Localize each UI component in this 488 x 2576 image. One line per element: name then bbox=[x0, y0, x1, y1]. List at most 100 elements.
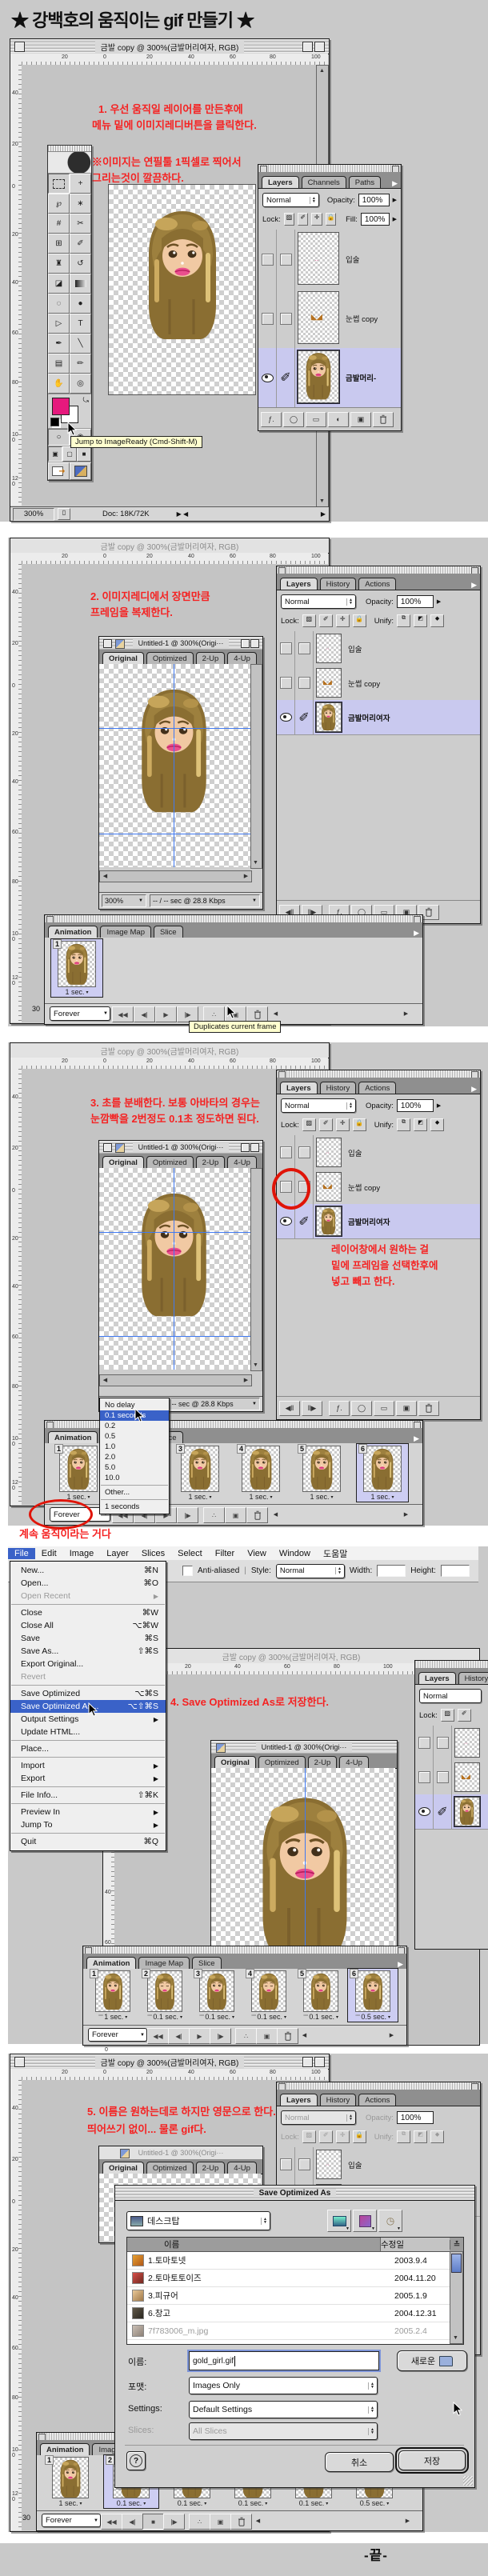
menu-item[interactable]: Quit⌘Q bbox=[10, 1835, 166, 1848]
link-toggle[interactable] bbox=[434, 1760, 452, 1794]
frame-delay[interactable]: °°°0.1 sec.▾ bbox=[244, 2012, 294, 2022]
lock-transparency-icon[interactable]: ▨ bbox=[284, 213, 294, 226]
layer-thumbnail[interactable]: ·· bbox=[298, 232, 339, 285]
frame-delay[interactable]: 0.1 sec.▾ bbox=[286, 2498, 341, 2508]
delay-option-current[interactable]: 1 seconds bbox=[100, 1502, 169, 1512]
tab-actions[interactable]: Actions bbox=[358, 2094, 396, 2106]
palette-menu-icon[interactable]: ▶ bbox=[468, 581, 480, 590]
frame-thumbnail[interactable] bbox=[251, 1970, 286, 2012]
lock-position-icon[interactable]: ✛ bbox=[311, 213, 322, 226]
lock-all-icon[interactable]: 🔒 bbox=[353, 1118, 366, 1131]
zoom-select[interactable]: 300%▼ bbox=[102, 894, 146, 907]
frame-delay[interactable]: °°°0.5 sec.▾ bbox=[348, 2012, 398, 2022]
animation-frame[interactable]: 11 sec.▾ bbox=[53, 1444, 104, 1502]
layer-thumbnail[interactable]: ◣◢ bbox=[316, 668, 342, 698]
menu-file[interactable]: File bbox=[8, 1548, 35, 1559]
unify-position-icon[interactable]: ⧉ bbox=[397, 2130, 410, 2143]
window-titlebar[interactable]: 금발 copy @ 300%(금발머리여자, RGB) bbox=[10, 39, 329, 54]
menu-item[interactable]: Export▶ bbox=[10, 1772, 166, 1785]
delay-option-other[interactable]: Other... bbox=[100, 1487, 169, 1498]
tab-history[interactable]: History bbox=[320, 1082, 357, 1094]
visibility-toggle[interactable] bbox=[415, 1726, 434, 1760]
layer-name[interactable]: 입술 bbox=[344, 643, 362, 654]
dodge-tool-icon[interactable]: ● bbox=[70, 294, 91, 314]
page-preview-icon[interactable]: ▯ bbox=[58, 508, 70, 520]
delay-option[interactable]: 0.5 bbox=[100, 1431, 169, 1442]
scroll-up-icon[interactable]: ▲ bbox=[317, 66, 327, 76]
tab-history[interactable]: History bbox=[320, 2094, 357, 2106]
unify-style-icon[interactable]: ◆ bbox=[430, 1118, 444, 1131]
menu-item[interactable]: Export Original... bbox=[10, 1658, 166, 1670]
blur-tool-icon[interactable]: ◌ bbox=[48, 294, 70, 314]
pen-tool-icon[interactable]: ✒ bbox=[48, 334, 70, 354]
tab-optimized[interactable]: Optimized bbox=[146, 1156, 194, 1168]
next-frame-icon[interactable]: |▶ bbox=[163, 2514, 185, 2530]
menu-filter[interactable]: Filter bbox=[209, 1548, 241, 1559]
name-column-header[interactable]: 이름 bbox=[127, 2238, 380, 2250]
menu-edit[interactable]: Edit bbox=[35, 1548, 63, 1559]
doc-canvas[interactable] bbox=[99, 664, 250, 867]
visibility-toggle[interactable] bbox=[277, 666, 295, 700]
tab-actions[interactable]: Actions bbox=[358, 578, 396, 590]
animation-frame[interactable]: 1 1 sec.▾ bbox=[51, 939, 102, 997]
layer-row-selected[interactable]: ✐ 금발머리여자 bbox=[277, 1204, 480, 1239]
frame-delay[interactable]: 1 sec.▾ bbox=[174, 1492, 226, 1502]
lock-transparency-icon[interactable]: ▨ bbox=[302, 1118, 316, 1131]
menu-item-disabled[interactable]: Revert bbox=[10, 1670, 166, 1683]
style-select[interactable]: Normal▲▼ bbox=[276, 1564, 345, 1578]
zoom-box-icon[interactable] bbox=[302, 42, 313, 52]
hand-tool-icon[interactable]: ✋ bbox=[48, 374, 70, 394]
tween-icon[interactable]: ∴ bbox=[235, 2028, 257, 2044]
lock-pixels-icon[interactable]: ✐ bbox=[319, 2130, 333, 2143]
menu-item[interactable]: Jump To▶ bbox=[10, 1818, 166, 1831]
delay-option[interactable]: 1.0 bbox=[100, 1442, 169, 1452]
layer-thumbnail[interactable]: ◣◢ bbox=[316, 1172, 342, 1202]
scroll-right-icon[interactable]: ▶ bbox=[386, 2030, 397, 2040]
menu-layer[interactable]: Layer bbox=[100, 1548, 135, 1559]
loop-select[interactable]: Forever▼ bbox=[42, 2514, 101, 2527]
scroll-left-icon[interactable]: ◀ bbox=[100, 870, 110, 881]
next-frame-icon[interactable]: |▶ bbox=[177, 1507, 198, 1523]
collapse-box-icon[interactable] bbox=[314, 42, 325, 52]
menu-item[interactable]: Save Optimized⌥⌘S bbox=[10, 1687, 166, 1700]
frame-thumbnail[interactable] bbox=[363, 1446, 402, 1492]
frame-thumbnail[interactable] bbox=[59, 1446, 98, 1492]
scroll-down-icon[interactable]: ▼ bbox=[317, 496, 327, 506]
blend-mode-select[interactable]: Normal▲▼ bbox=[281, 594, 356, 609]
opacity-field[interactable]: 100% bbox=[358, 194, 390, 206]
swap-colors-icon[interactable]: ⤿ bbox=[83, 396, 90, 405]
unify-visibility-icon[interactable]: ◩ bbox=[414, 614, 427, 627]
close-box-icon[interactable] bbox=[103, 1143, 112, 1152]
scroll-right-icon[interactable]: ▶ bbox=[402, 2515, 413, 2526]
animation-frame[interactable]: 5°°°0.1 sec.▾ bbox=[296, 1969, 346, 2022]
collapse-box-icon[interactable] bbox=[250, 639, 259, 648]
layer-thumbnail[interactable] bbox=[316, 702, 342, 732]
tab-imagemap[interactable]: Image Map bbox=[100, 926, 151, 938]
tab-original[interactable]: Original bbox=[214, 1756, 256, 1768]
collapse-box-icon[interactable] bbox=[314, 2057, 325, 2067]
tab-slice[interactable]: Slice bbox=[192, 1957, 222, 1969]
frame-delay[interactable]: 0.1 sec.▾ bbox=[104, 2498, 158, 2508]
file-row[interactable]: 6.창고2004.12.31 bbox=[127, 2305, 463, 2322]
frame-delay[interactable]: °°°0.1 sec.▾ bbox=[192, 2012, 242, 2022]
tab-imagemap[interactable]: Image Map bbox=[138, 1957, 190, 1969]
tab-optimized[interactable]: Optimized bbox=[146, 2162, 194, 2174]
tab-optimized[interactable]: Optimized bbox=[258, 1756, 306, 1768]
file-row-disabled[interactable]: 7f783006_m.jpg2005.2.4 bbox=[127, 2322, 463, 2340]
first-frame-icon[interactable]: ◀◀ bbox=[101, 2514, 122, 2530]
frame-delay[interactable]: °°°0.1 sec.▾ bbox=[140, 2012, 190, 2022]
path-select-tool-icon[interactable]: ▷ bbox=[48, 314, 70, 334]
palette-menu-icon[interactable]: ▶ bbox=[468, 1085, 480, 1094]
window-titlebar[interactable]: 금발 copy @ 300%(금발머리여자, RGB) bbox=[10, 1043, 329, 1058]
layer-thumbnail[interactable]: ◣◢ bbox=[298, 291, 339, 344]
tab-original[interactable]: Original bbox=[102, 2162, 144, 2174]
tab-layers[interactable]: Layers bbox=[418, 1672, 456, 1684]
fullscreen-menu-icon[interactable]: ▢ bbox=[62, 446, 77, 462]
layer-name[interactable]: 눈썹 copy bbox=[344, 678, 380, 689]
close-box-icon[interactable] bbox=[103, 639, 112, 648]
tab-layers[interactable]: Layers bbox=[262, 176, 299, 188]
location-select[interactable]: 데스크탑▲▼ bbox=[126, 2211, 270, 2230]
menu-item[interactable]: Update HTML... bbox=[10, 1726, 166, 1738]
frame-delay[interactable]: °°°0.1 sec.▾ bbox=[296, 2012, 346, 2022]
opacity-slider-icon[interactable]: ▶ bbox=[437, 1102, 441, 1109]
